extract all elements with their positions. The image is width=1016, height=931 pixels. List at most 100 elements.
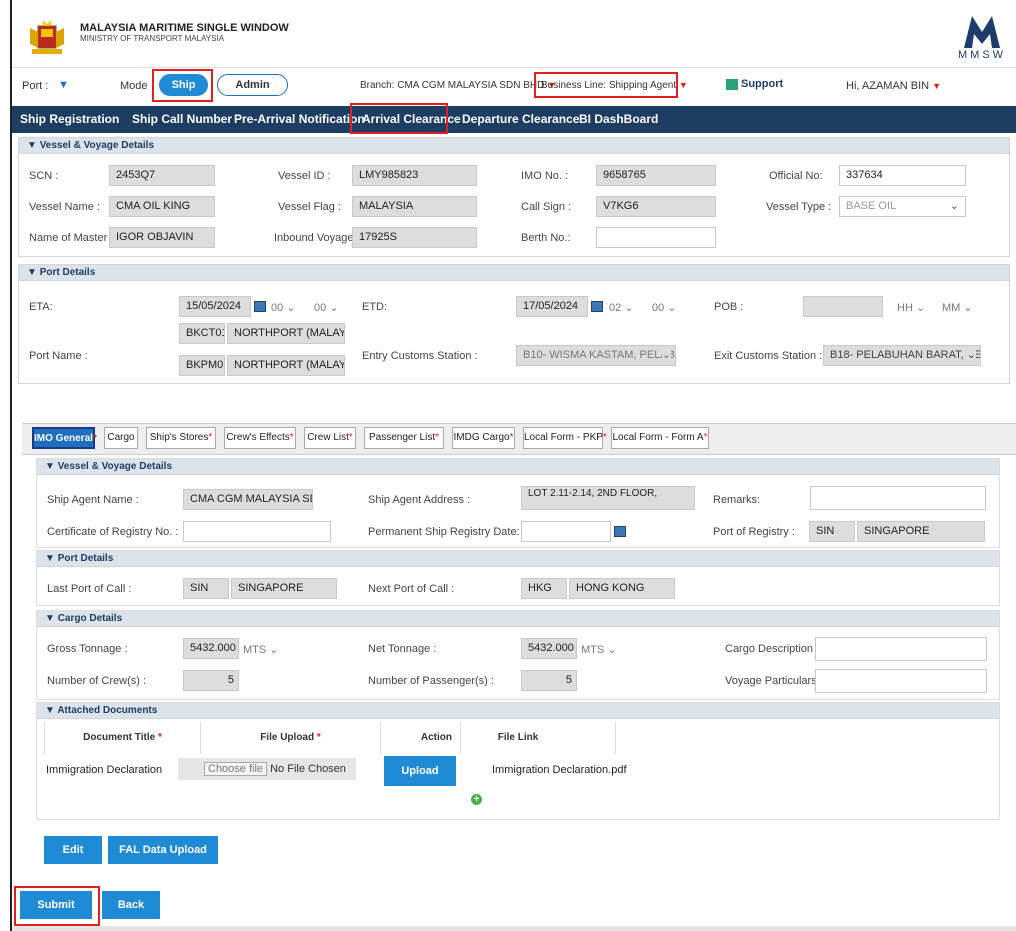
next-port-label: Next Port of Call :: [368, 583, 455, 595]
exit-customs-select[interactable]: B18- PELABUHAN BARAT, SELANGO⌄: [823, 345, 981, 366]
calendar-icon[interactable]: [614, 525, 626, 537]
tab-passenger-list[interactable]: Passenger List*: [364, 427, 444, 449]
port-name-field[interactable]: NORTHPORT (MALAYSIA): [227, 355, 345, 376]
perm-registry-date-field[interactable]: [521, 521, 611, 542]
nav-bi-dashboard[interactable]: BI DashBoard: [579, 112, 658, 126]
tab-crews-effects[interactable]: Crew's Effects*: [224, 427, 296, 449]
fal-upload-button[interactable]: FAL Data Upload: [108, 836, 218, 864]
vessel-flag-field[interactable]: MALAYSIA: [352, 196, 477, 217]
cargo-desc-field[interactable]: [815, 637, 987, 661]
mmsw-logo-icon: [964, 16, 1000, 48]
tab-imo-general[interactable]: IMO General*: [32, 427, 97, 449]
net-tonnage-label: Net Tonnage :: [368, 643, 437, 655]
net-unit-select[interactable]: MTS ⌄: [581, 643, 617, 656]
admin-mode-button[interactable]: Admin: [217, 74, 288, 96]
voyage-particulars-field[interactable]: [815, 669, 987, 693]
agent-name-field[interactable]: CMA CGM MALAYSIA SDN BH: [183, 489, 313, 510]
app-frame: MALAYSIA MARITIME SINGLE WINDOW MINISTRY…: [10, 0, 1016, 931]
section-title: Vessel & Voyage Details: [57, 461, 173, 472]
add-row-icon[interactable]: +: [471, 794, 482, 805]
tab-imdg-cargo[interactable]: IMDG Cargo*: [452, 427, 515, 449]
tab-crew-list[interactable]: Crew List*: [304, 427, 356, 449]
nav-ship-registration[interactable]: Ship Registration: [20, 112, 119, 126]
last-port-name[interactable]: SINGAPORE: [231, 578, 337, 599]
back-button[interactable]: Back: [102, 891, 160, 919]
tab-ships-stores[interactable]: Ship's Stores*: [146, 427, 216, 449]
upload-button[interactable]: Upload: [384, 756, 456, 786]
net-tonnage-field[interactable]: 5432.000: [521, 638, 577, 659]
tab-cargo[interactable]: Cargo: [104, 427, 138, 449]
pob-date-field[interactable]: [803, 296, 883, 317]
support-link[interactable]: Support: [726, 78, 783, 90]
calendar-icon[interactable]: [591, 300, 603, 312]
crew-count-field[interactable]: 5: [183, 670, 239, 691]
etd-mm-value: 00: [652, 302, 665, 314]
passenger-count-field[interactable]: 5: [521, 670, 577, 691]
eta-hh-select[interactable]: 00 ⌄: [271, 301, 296, 314]
branch-selector[interactable]: Branch: CMA CGM MALAYSIA SDN BHD ▼: [360, 80, 556, 91]
port-name-field[interactable]: NORTHPORT (MALAYSIA): [227, 323, 345, 344]
eta-mm-select[interactable]: 00 ⌄: [314, 301, 339, 314]
col-document-title: Document Title *: [44, 722, 201, 754]
master-field[interactable]: IGOR OBJAVIN: [109, 227, 215, 248]
malaysia-crest-icon: [30, 20, 64, 54]
file-link[interactable]: Immigration Declaration.pdf: [492, 764, 627, 776]
crew-count-label: Number of Crew(s) :: [47, 675, 147, 687]
section-header[interactable]: ▼ Vessel & Voyage Details: [37, 459, 999, 475]
business-line-selector[interactable]: Business Line: Shipping Agent ▼: [541, 80, 688, 91]
nav-pre-arrival-notification[interactable]: Pre-Arrival Notification: [234, 112, 365, 126]
tab-label: Crew's Effects: [226, 432, 290, 443]
nav-departure-clearance[interactable]: Departure Clearance: [462, 112, 579, 126]
etd-mm-select[interactable]: 00 ⌄: [652, 301, 677, 314]
pob-hh-select[interactable]: HH ⌄: [897, 301, 925, 314]
required-mark: *: [703, 432, 708, 443]
vessel-id-field[interactable]: LMY985823: [352, 165, 477, 186]
eta-date-field[interactable]: 15/05/2024: [179, 296, 251, 317]
main-nav: Ship Registration Ship Call Number Pre-A…: [12, 103, 1016, 134]
entry-customs-select[interactable]: B10- WISMA KASTAM, PELABUH ⌄: [516, 345, 676, 366]
call-sign-field[interactable]: V7KG6: [596, 196, 716, 217]
tab-local-form-a[interactable]: Local Form - Form A*: [611, 427, 709, 449]
imo-field[interactable]: 9658765: [596, 165, 716, 186]
remarks-field[interactable]: [810, 486, 986, 510]
berth-field[interactable]: [596, 227, 716, 248]
section-title: Vessel & Voyage Details: [39, 140, 155, 151]
section-header[interactable]: ▼ Attached Documents: [37, 703, 999, 719]
gross-unit-select[interactable]: MTS ⌄: [243, 643, 279, 656]
submit-button[interactable]: Submit: [20, 891, 92, 919]
port-dropdown-icon[interactable]: ▼: [58, 79, 69, 91]
official-no-field[interactable]: 337634: [839, 165, 966, 186]
next-port-code[interactable]: HKG: [521, 578, 567, 599]
scn-field[interactable]: 2453Q7: [109, 165, 215, 186]
section-header[interactable]: ▼ Cargo Details: [37, 611, 999, 627]
port-registry-name[interactable]: SINGAPORE: [857, 521, 985, 542]
vessel-type-select[interactable]: BASE OIL ⌄: [839, 196, 966, 217]
etd-hh-select[interactable]: 02 ⌄: [609, 301, 634, 314]
choose-file-button[interactable]: Choose file: [204, 762, 268, 776]
port-code-field[interactable]: BKPM01: [179, 355, 225, 376]
tab-local-form-pkp[interactable]: Local Form - PKP*: [523, 427, 607, 449]
cert-registry-field[interactable]: [183, 521, 331, 542]
port-registry-code[interactable]: SIN: [809, 521, 855, 542]
section-header[interactable]: ▼ Vessel & Voyage Details: [19, 138, 1009, 154]
gross-tonnage-field[interactable]: 5432.000: [183, 638, 239, 659]
user-menu[interactable]: Hi, AZAMAN BIN ▼: [846, 80, 941, 92]
inbound-voyage-field[interactable]: 17925S: [352, 227, 477, 248]
calendar-icon[interactable]: [254, 300, 266, 312]
next-port-name[interactable]: HONG KONG: [569, 578, 675, 599]
nav-ship-call-number[interactable]: Ship Call Number: [132, 112, 232, 126]
etd-date-field[interactable]: 17/05/2024: [516, 296, 588, 317]
vessel-name-field[interactable]: CMA OIL KING: [109, 196, 215, 217]
section-header[interactable]: ▼ Port Details: [19, 265, 1009, 281]
tab-label: Local Form - PKP: [524, 432, 603, 443]
entry-customs-value: B10- WISMA KASTAM, PELABUH: [523, 349, 676, 361]
remarks-label: Remarks:: [713, 494, 761, 506]
section-header[interactable]: ▼ Port Details: [37, 551, 999, 567]
ship-mode-button[interactable]: Ship: [159, 74, 208, 96]
pob-mm-select[interactable]: MM ⌄: [942, 301, 973, 314]
last-port-code[interactable]: SIN: [183, 578, 229, 599]
file-input[interactable]: Choose file No File Chosen: [178, 758, 356, 780]
edit-button[interactable]: Edit: [44, 836, 102, 864]
agent-address-field[interactable]: LOT 2.11-2.14, 2ND FLOOR,: [521, 486, 695, 510]
port-code-field[interactable]: BKCT01: [179, 323, 225, 344]
